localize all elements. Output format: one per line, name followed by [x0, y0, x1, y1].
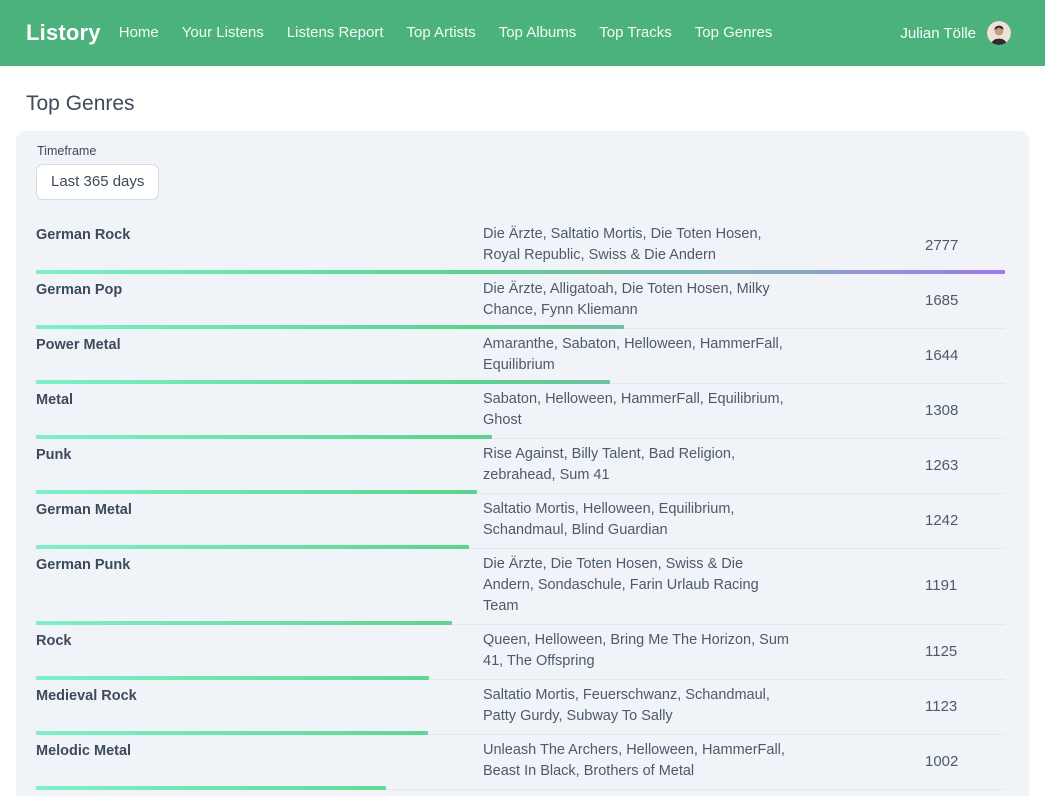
- genre-name: Power Metal: [36, 334, 483, 356]
- genre-artists: Queen, Helloween, Bring Me The Horizon, …: [483, 630, 789, 672]
- genre-name: German Metal: [36, 499, 483, 521]
- user-menu[interactable]: Julian Tölle: [900, 21, 1011, 45]
- genre-row: German Pop Die Ärzte, Alligatoah, Die To…: [36, 274, 1005, 329]
- user-name: Julian Tölle: [900, 25, 976, 42]
- genre-row: Metal Sabaton, Helloween, HammerFall, Eq…: [36, 384, 1005, 439]
- genre-row: Melodic Metal Unleash The Archers, Hello…: [36, 735, 1005, 790]
- genre-artists: Saltatio Mortis, Feuerschwanz, Schandmau…: [483, 685, 789, 727]
- nav-item-top-tracks[interactable]: Top Tracks: [599, 0, 672, 66]
- genre-name: German Pop: [36, 279, 483, 301]
- genre-name: German Punk: [36, 554, 483, 576]
- genre-count: 1191: [925, 577, 1005, 594]
- genre-count: 2777: [925, 237, 1005, 254]
- nav-item-top-genres[interactable]: Top Genres: [695, 0, 773, 66]
- genre-artists: Die Ärzte, Saltatio Mortis, Die Toten Ho…: [483, 224, 789, 266]
- user-avatar-icon[interactable]: [987, 21, 1011, 45]
- genre-name: Medieval Rock: [36, 685, 483, 707]
- genre-artists: Die Ärzte, Die Toten Hosen, Swiss & Die …: [483, 554, 789, 617]
- nav-item-listens-report[interactable]: Listens Report: [287, 0, 384, 66]
- genre-row: German Rock Die Ärzte, Saltatio Mortis, …: [36, 219, 1005, 274]
- genre-artists: Unleash The Archers, Helloween, HammerFa…: [483, 740, 789, 782]
- nav-item-your-listens[interactable]: Your Listens: [182, 0, 264, 66]
- genre-row: German Metal Saltatio Mortis, Helloween,…: [36, 494, 1005, 549]
- genre-count: 1242: [925, 512, 1005, 529]
- genre-row: Rock Queen, Helloween, Bring Me The Hori…: [36, 625, 1005, 680]
- brand-logo[interactable]: Listory: [26, 20, 101, 46]
- genre-count: 1263: [925, 457, 1005, 474]
- genre-row: Medieval Rock Saltatio Mortis, Feuerschw…: [36, 680, 1005, 735]
- nav-item-top-artists[interactable]: Top Artists: [407, 0, 476, 66]
- genre-count: 1125: [925, 643, 1005, 660]
- genre-name: German Rock: [36, 224, 483, 246]
- timeframe-control: Timeframe Last 365 days: [36, 144, 1005, 200]
- genre-count: 1644: [925, 347, 1005, 364]
- top-genres-card: Timeframe Last 365 days German Rock Die …: [16, 131, 1029, 796]
- timeframe-label: Timeframe: [37, 144, 1005, 158]
- genre-row: Punk Rise Against, Billy Talent, Bad Rel…: [36, 439, 1005, 494]
- genre-row: Power Metal Amaranthe, Sabaton, Hellowee…: [36, 329, 1005, 384]
- nav-item-top-albums[interactable]: Top Albums: [499, 0, 577, 66]
- page-title: Top Genres: [0, 66, 1045, 116]
- main-nav: Home Your Listens Listens Report Top Art…: [119, 0, 773, 66]
- genre-name: Punk: [36, 444, 483, 466]
- nav-item-home[interactable]: Home: [119, 0, 159, 66]
- genre-count: 1123: [925, 698, 1005, 715]
- genre-artists: Saltatio Mortis, Helloween, Equilibrium,…: [483, 499, 789, 541]
- genre-artists: Amaranthe, Sabaton, Helloween, HammerFal…: [483, 334, 789, 376]
- genre-artists: Rise Against, Billy Talent, Bad Religion…: [483, 444, 789, 486]
- genre-name: Metal: [36, 389, 483, 411]
- genre-row: German Punk Die Ärzte, Die Toten Hosen, …: [36, 549, 1005, 625]
- genre-row: German Indie Bukahara, Käptn Peng, KYTES…: [36, 790, 1005, 796]
- genre-name: Melodic Metal: [36, 740, 483, 762]
- genre-artists: Die Ärzte, Alligatoah, Die Toten Hosen, …: [483, 279, 789, 321]
- genre-artists: Sabaton, Helloween, HammerFall, Equilibr…: [483, 389, 789, 431]
- genre-count: 1308: [925, 402, 1005, 419]
- genre-table: German Rock Die Ärzte, Saltatio Mortis, …: [36, 219, 1005, 796]
- genre-name: Rock: [36, 630, 483, 652]
- genre-count: 1685: [925, 292, 1005, 309]
- top-navbar: Listory Home Your Listens Listens Report…: [0, 0, 1045, 66]
- timeframe-select[interactable]: Last 365 days: [36, 164, 159, 200]
- genre-count: 1002: [925, 753, 1005, 770]
- main-content: Top Genres Timeframe Last 365 days Germa…: [0, 66, 1045, 796]
